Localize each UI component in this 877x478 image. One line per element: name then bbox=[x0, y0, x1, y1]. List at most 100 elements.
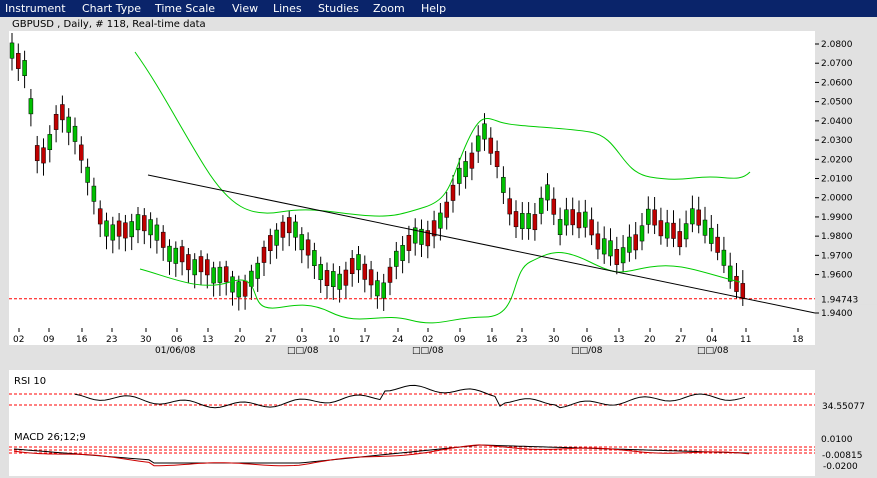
date-axis-day-label: 16 bbox=[76, 335, 88, 345]
bearish-candle bbox=[60, 104, 65, 121]
date-axis-day-label: 20 bbox=[644, 335, 656, 345]
menu-view[interactable]: View bbox=[232, 2, 258, 15]
bullish-candle bbox=[192, 259, 197, 276]
date-axis-month-label: □□/08 bbox=[571, 346, 603, 356]
date-axis-day-label: 23 bbox=[516, 335, 527, 345]
bullish-candle bbox=[394, 250, 399, 267]
price-axis-label: 2.0600 bbox=[821, 78, 853, 88]
bullish-candle bbox=[135, 214, 141, 231]
bearish-candle bbox=[142, 215, 147, 232]
bullish-candle bbox=[236, 281, 242, 298]
menu-studies[interactable]: Studies bbox=[318, 2, 359, 15]
menu-chart-type[interactable]: Chart Type bbox=[82, 2, 141, 15]
date-axis-day-label: 09 bbox=[454, 335, 466, 345]
bullish-candle bbox=[72, 125, 78, 142]
date-axis-day-label: 10 bbox=[328, 335, 340, 345]
bearish-candle bbox=[160, 231, 166, 248]
price-panel-title: GBPUSD , Daily, # 118, Real-time data bbox=[12, 19, 206, 30]
bullish-candle bbox=[601, 238, 607, 255]
bullish-candle bbox=[545, 184, 550, 201]
bullish-candle bbox=[664, 222, 670, 239]
date-axis-day-label: 04 bbox=[706, 335, 718, 345]
bullish-candle bbox=[457, 167, 462, 184]
bullish-candle bbox=[230, 276, 235, 293]
bearish-candle bbox=[305, 239, 311, 256]
bullish-candle bbox=[526, 213, 531, 230]
bullish-candle bbox=[104, 220, 109, 237]
menu-instrument[interactable]: Instrument bbox=[5, 2, 66, 15]
date-axis-day-label: 02 bbox=[13, 335, 24, 345]
bearish-candle bbox=[633, 234, 638, 251]
bullish-candle bbox=[438, 212, 443, 229]
bullish-candle bbox=[690, 208, 695, 225]
bearish-candle bbox=[179, 246, 185, 263]
menu-time-scale[interactable]: Time Scale bbox=[155, 2, 215, 15]
bearish-candle bbox=[671, 222, 676, 239]
date-axis-day-label: 20 bbox=[234, 335, 246, 345]
date-axis-day-label: 13 bbox=[202, 335, 213, 345]
bearish-candle bbox=[450, 184, 456, 201]
bullish-candle bbox=[557, 219, 563, 236]
bearish-candle bbox=[513, 211, 519, 228]
date-axis-day-label: 27 bbox=[675, 335, 686, 345]
bearish-candle bbox=[532, 214, 538, 231]
bullish-candle bbox=[463, 161, 468, 178]
macd-axis-label: 0.0100 bbox=[821, 435, 853, 445]
price-panel[interactable] bbox=[9, 31, 815, 345]
bullish-candle bbox=[375, 280, 380, 297]
price-axis-label: 2.0300 bbox=[821, 136, 853, 146]
bullish-candle bbox=[639, 225, 645, 242]
date-axis-day-label: 16 bbox=[486, 335, 498, 345]
date-axis-day-label: 09 bbox=[43, 335, 55, 345]
bearish-candle bbox=[469, 152, 475, 169]
bearish-candle bbox=[34, 145, 40, 162]
bearish-candle bbox=[16, 53, 21, 69]
date-axis-day-label: 13 bbox=[613, 335, 624, 345]
price-axis-label: 1.9600 bbox=[821, 271, 853, 281]
bearish-candle bbox=[368, 269, 374, 286]
menu-lines[interactable]: Lines bbox=[273, 2, 302, 15]
bullish-candle bbox=[299, 234, 305, 251]
bearish-candle bbox=[261, 246, 267, 263]
bearish-candle bbox=[205, 259, 210, 276]
price-axis-label: 1.9700 bbox=[821, 251, 853, 261]
bearish-candle bbox=[387, 266, 393, 283]
bullish-candle bbox=[337, 273, 342, 290]
bearish-candle bbox=[53, 114, 59, 130]
rsi-panel[interactable] bbox=[9, 370, 815, 434]
bullish-candle bbox=[501, 176, 506, 193]
bullish-candle bbox=[608, 240, 613, 257]
bearish-candle bbox=[186, 254, 191, 271]
bullish-candle bbox=[702, 219, 708, 236]
menu-zoom[interactable]: Zoom bbox=[373, 2, 405, 15]
bearish-candle bbox=[324, 270, 330, 287]
bullish-candle bbox=[167, 245, 172, 262]
bearish-candle bbox=[652, 209, 657, 226]
bullish-candle bbox=[331, 271, 336, 288]
macd-panel-title: MACD 26;12;9 bbox=[14, 432, 86, 443]
bullish-candle bbox=[312, 250, 317, 267]
bearish-candle bbox=[551, 198, 557, 215]
bearish-candle bbox=[734, 275, 739, 292]
bearish-candle bbox=[715, 236, 720, 253]
bearish-candle bbox=[740, 283, 746, 300]
bullish-candle bbox=[9, 42, 15, 59]
bearish-candle bbox=[658, 220, 664, 237]
bullish-candle bbox=[255, 262, 260, 279]
menu-help[interactable]: Help bbox=[421, 2, 446, 15]
bullish-candle bbox=[620, 247, 626, 264]
price-axis-label: 2.0000 bbox=[821, 194, 853, 204]
bullish-candle bbox=[721, 249, 727, 266]
bearish-candle bbox=[268, 235, 273, 252]
date-axis-month-label: 01/06/08 bbox=[155, 346, 196, 356]
bearish-candle bbox=[242, 280, 248, 297]
chart-area[interactable]: GBPUSD , Daily, # 118, Real-time data RS… bbox=[0, 17, 877, 478]
bearish-candle bbox=[444, 201, 449, 218]
bearish-candle bbox=[116, 220, 122, 237]
date-axis-day-label: 24 bbox=[392, 335, 404, 345]
bullish-candle bbox=[217, 266, 223, 283]
bullish-candle bbox=[683, 223, 689, 240]
bullish-candle bbox=[154, 224, 160, 241]
bullish-candle bbox=[66, 116, 71, 133]
date-axis-day-label: 06 bbox=[171, 335, 183, 345]
